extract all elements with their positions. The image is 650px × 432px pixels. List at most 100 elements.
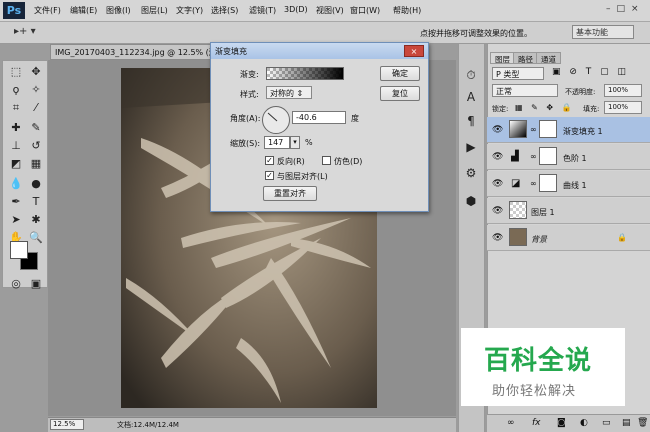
layer-row-layer1[interactable]: 👁 图层 1 xyxy=(487,198,650,224)
adjustment-layer-icon[interactable]: ◐ xyxy=(580,418,588,428)
dither-label: 仿色(D) xyxy=(334,157,363,166)
tab-channels[interactable]: 通道 xyxy=(536,52,561,64)
fx-icon[interactable]: fx xyxy=(532,418,541,428)
actions-panel-icon[interactable]: ▶ xyxy=(461,138,481,156)
properties-panel-icon[interactable]: ⚙ xyxy=(461,164,481,182)
gradient-picker[interactable] xyxy=(266,67,344,80)
minimize-icon[interactable]: – xyxy=(606,4,611,18)
eye-icon[interactable]: 👁 xyxy=(492,233,503,243)
link-layers-icon[interactable]: ∞ xyxy=(507,418,515,428)
link-icon: ∞ xyxy=(530,179,537,188)
shape-tool-icon[interactable]: ✱ xyxy=(27,211,45,229)
menu-3d[interactable]: 3D(D) xyxy=(284,5,308,14)
paragraph-panel-icon[interactable]: ¶ xyxy=(461,112,481,130)
screen-mode-icon[interactable]: ▣ xyxy=(27,275,45,293)
layer-name[interactable]: 曲线 1 xyxy=(563,180,587,191)
history-panel-icon[interactable]: ⏱ xyxy=(461,66,481,84)
menu-image[interactable]: 图像(I) xyxy=(106,5,131,16)
tab-paths[interactable]: 路径 xyxy=(513,52,538,64)
blur-tool-icon[interactable]: 💧 xyxy=(7,175,25,193)
gradient-tool-icon[interactable]: ▦ xyxy=(27,155,45,173)
3d-panel-icon[interactable]: ⬢ xyxy=(461,192,481,210)
move-tool-preset[interactable]: ▸+ ▾ xyxy=(14,26,36,37)
foreground-color-swatch[interactable] xyxy=(10,241,28,259)
fill-input[interactable]: 100% xyxy=(604,101,642,114)
layer-mask-thumbnail xyxy=(539,120,557,138)
document-tab[interactable]: IMG_20170403_112234.jpg @ 12.5% (渐变 xyxy=(50,44,230,60)
close-icon[interactable]: × xyxy=(631,4,639,18)
reverse-checkbox[interactable]: ✓ xyxy=(265,156,274,165)
scale-input[interactable]: 147 xyxy=(264,136,290,149)
healing-brush-icon[interactable]: ✚ xyxy=(7,119,25,137)
chevron-down-icon[interactable]: ▾ xyxy=(338,68,342,76)
new-group-icon[interactable]: ▭ xyxy=(602,418,611,428)
link-icon: ∞ xyxy=(530,125,537,134)
lasso-tool-icon[interactable]: ϙ xyxy=(7,81,25,99)
path-select-icon[interactable]: ➤ xyxy=(7,211,25,229)
menu-window[interactable]: 窗口(W) xyxy=(350,5,380,16)
eye-icon[interactable]: 👁 xyxy=(492,206,503,216)
brush-tool-icon[interactable]: ✎ xyxy=(27,119,45,137)
ok-button[interactable]: 确定 xyxy=(380,66,420,81)
style-select[interactable]: 对称的 ⇕ xyxy=(266,86,312,99)
character-panel-icon[interactable]: A xyxy=(461,88,481,106)
menu-edit[interactable]: 编辑(E) xyxy=(70,5,97,16)
curves-adjustment-icon: ◪ xyxy=(511,178,521,189)
opacity-input[interactable]: 100% xyxy=(604,84,642,97)
eye-icon[interactable]: 👁 xyxy=(492,179,503,189)
clone-stamp-icon[interactable]: ⊥ xyxy=(7,137,25,155)
photoshop-logo: Ps xyxy=(3,2,25,19)
filter-icons[interactable]: ▣ ⊘ T ▢ ◫ xyxy=(552,67,629,77)
layer-name[interactable]: 图层 1 xyxy=(531,207,555,218)
lock-icons[interactable]: ▦ ✎ ✥ 🔒 xyxy=(515,103,575,112)
delete-layer-icon[interactable]: 🗑 xyxy=(637,418,648,428)
history-brush-icon[interactable]: ↺ xyxy=(27,137,45,155)
menu-select[interactable]: 选择(S) xyxy=(211,5,238,16)
layer-name[interactable]: 色阶 1 xyxy=(563,153,587,164)
menu-help[interactable]: 帮助(H) xyxy=(393,5,421,16)
dialog-title: 渐变填充 xyxy=(211,43,428,59)
eyedropper-tool-icon[interactable]: ⁄ xyxy=(27,99,45,117)
layer-row-levels[interactable]: 👁 ▟ ∞ 色阶 1 xyxy=(487,144,650,170)
dither-checkbox[interactable] xyxy=(322,156,331,165)
layer-row-gradient-fill[interactable]: 👁 ∞ 渐变填充 1 xyxy=(487,117,650,143)
zoom-field[interactable]: 12.5% xyxy=(50,419,84,430)
crop-tool-icon[interactable]: ⌗ xyxy=(7,99,25,117)
eraser-tool-icon[interactable]: ◩ xyxy=(7,155,25,173)
blend-mode-select[interactable]: 正常 xyxy=(492,84,558,97)
quick-mask-icon[interactable]: ◎ xyxy=(7,275,25,293)
layer-name[interactable]: 背景 xyxy=(531,234,547,245)
layer-row-curves[interactable]: 👁 ◪ ∞ 曲线 1 xyxy=(487,171,650,197)
reset-align-button[interactable]: 重置对齐 xyxy=(263,186,317,201)
menu-layer[interactable]: 图层(L) xyxy=(141,5,168,16)
menu-type[interactable]: 文字(Y) xyxy=(176,5,203,16)
reset-button[interactable]: 复位 xyxy=(380,86,420,101)
menu-file[interactable]: 文件(F) xyxy=(34,5,61,16)
magic-wand-icon[interactable]: ✧ xyxy=(27,81,45,99)
status-bar xyxy=(48,417,456,432)
menu-filter[interactable]: 滤镜(T) xyxy=(249,5,276,16)
tab-layers[interactable]: 图层 xyxy=(490,52,515,64)
align-with-layer-checkbox[interactable]: ✓ xyxy=(265,171,274,180)
restore-icon[interactable]: □ xyxy=(617,4,626,18)
type-tool-icon[interactable]: T xyxy=(27,193,45,211)
marquee-tool-icon[interactable]: ⬚ xyxy=(7,63,25,81)
scale-unit: % xyxy=(305,138,313,147)
new-layer-icon[interactable]: ▤ xyxy=(622,418,631,428)
layer-name[interactable]: 渐变填充 1 xyxy=(563,126,603,137)
eye-icon[interactable]: 👁 xyxy=(492,152,503,162)
scale-dropdown-icon[interactable]: ▾ xyxy=(290,136,300,149)
menu-view[interactable]: 视图(V) xyxy=(316,5,344,16)
close-icon[interactable]: × xyxy=(404,45,424,57)
layer-row-background[interactable]: 👁 背景 🔒 xyxy=(487,225,650,251)
workspace-select[interactable]: 基本功能 xyxy=(572,25,634,39)
layer-filter-select[interactable]: P 类型 xyxy=(492,67,544,80)
angle-dial[interactable] xyxy=(262,106,290,134)
angle-input[interactable]: -40.6 xyxy=(292,111,346,124)
pen-tool-icon[interactable]: ✒ xyxy=(7,193,25,211)
dodge-tool-icon[interactable]: ● xyxy=(27,175,45,193)
eye-icon[interactable]: 👁 xyxy=(492,125,503,135)
zoom-tool-icon[interactable]: 🔍 xyxy=(27,229,45,247)
add-mask-icon[interactable]: ◙ xyxy=(557,418,566,428)
move-tool-icon[interactable]: ✥ xyxy=(27,63,45,81)
